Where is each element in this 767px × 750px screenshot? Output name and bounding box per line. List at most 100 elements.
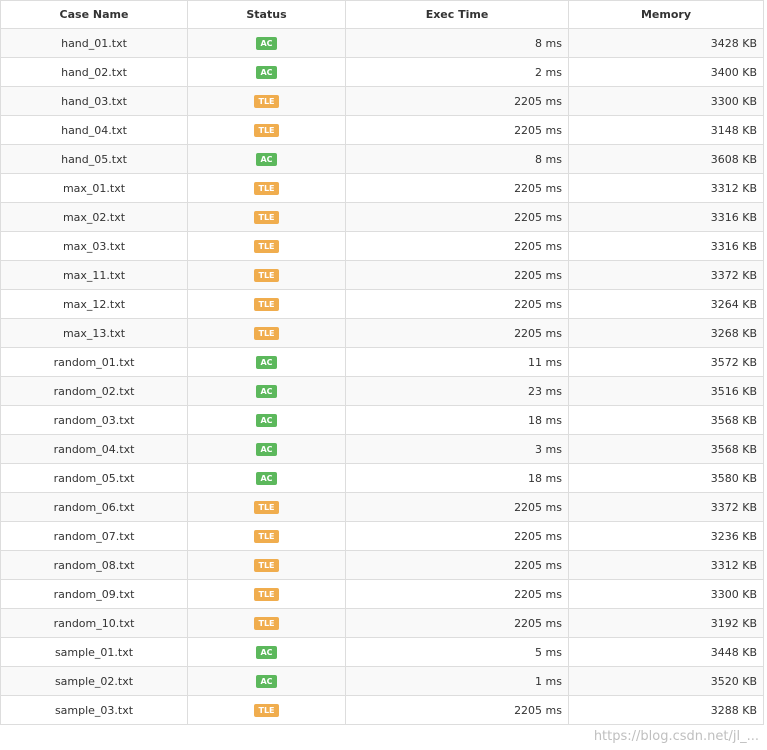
memory-cell: 3372 KB xyxy=(568,492,764,522)
case-name-cell: random_10.txt xyxy=(0,608,188,638)
case-name-cell: random_03.txt xyxy=(0,405,188,435)
case-name-cell: hand_05.txt xyxy=(0,144,188,174)
table-row: hand_03.txt TLE 2205 ms 3300 KB xyxy=(0,86,764,116)
status-badge: TLE xyxy=(254,529,279,543)
case-name-cell: max_03.txt xyxy=(0,231,188,261)
status-badge: AC xyxy=(256,152,277,166)
exec-time-cell: 2205 ms xyxy=(345,289,569,319)
case-name-cell: random_02.txt xyxy=(0,376,188,406)
status-cell: TLE xyxy=(187,173,346,203)
table-row: random_01.txt AC 11 ms 3572 KB xyxy=(0,347,764,377)
status-badge: TLE xyxy=(254,326,279,340)
exec-time-cell: 2205 ms xyxy=(345,579,569,609)
status-badge: AC xyxy=(256,674,277,688)
case-name-cell: hand_02.txt xyxy=(0,57,188,87)
exec-time-cell: 2205 ms xyxy=(345,608,569,638)
case-name-cell: max_01.txt xyxy=(0,173,188,203)
table-row: random_04.txt AC 3 ms 3568 KB xyxy=(0,434,764,464)
header-row: Case Name Status Exec Time Memory xyxy=(0,0,764,29)
case-name-cell: sample_02.txt xyxy=(0,666,188,696)
memory-cell: 3316 KB xyxy=(568,231,764,261)
table-row: sample_01.txt AC 5 ms 3448 KB xyxy=(0,637,764,667)
status-badge: TLE xyxy=(254,181,279,195)
status-cell: AC xyxy=(187,405,346,435)
status-cell: AC xyxy=(187,28,346,58)
status-badge: TLE xyxy=(254,587,279,601)
status-cell: TLE xyxy=(187,260,346,290)
memory-cell: 3288 KB xyxy=(568,695,764,725)
status-cell: TLE xyxy=(187,521,346,551)
status-cell: TLE xyxy=(187,492,346,522)
case-name-cell: hand_04.txt xyxy=(0,115,188,145)
table-row: sample_03.txt TLE 2205 ms 3288 KB xyxy=(0,695,764,725)
table-row: max_01.txt TLE 2205 ms 3312 KB xyxy=(0,173,764,203)
status-badge: TLE xyxy=(254,268,279,282)
status-badge: TLE xyxy=(254,94,279,108)
exec-time-cell: 2205 ms xyxy=(345,318,569,348)
table-row: hand_05.txt AC 8 ms 3608 KB xyxy=(0,144,764,174)
memory-cell: 3568 KB xyxy=(568,405,764,435)
results-table: Case Name Status Exec Time Memory hand_0… xyxy=(0,0,764,725)
case-name-cell: random_01.txt xyxy=(0,347,188,377)
exec-time-cell: 2205 ms xyxy=(345,260,569,290)
status-cell: AC xyxy=(187,434,346,464)
memory-cell: 3316 KB xyxy=(568,202,764,232)
memory-cell: 3372 KB xyxy=(568,260,764,290)
exec-time-cell: 18 ms xyxy=(345,405,569,435)
memory-cell: 3300 KB xyxy=(568,86,764,116)
status-cell: AC xyxy=(187,666,346,696)
results-table-header: Case Name Status Exec Time Memory xyxy=(0,0,764,29)
exec-time-cell: 2205 ms xyxy=(345,492,569,522)
case-name-cell: sample_03.txt xyxy=(0,695,188,725)
exec-time-cell: 23 ms xyxy=(345,376,569,406)
table-row: random_02.txt AC 23 ms 3516 KB xyxy=(0,376,764,406)
exec-time-cell: 1 ms xyxy=(345,666,569,696)
status-cell: TLE xyxy=(187,231,346,261)
table-row: max_02.txt TLE 2205 ms 3316 KB xyxy=(0,202,764,232)
case-name-cell: random_08.txt xyxy=(0,550,188,580)
table-row: hand_01.txt AC 8 ms 3428 KB xyxy=(0,28,764,58)
memory-cell: 3236 KB xyxy=(568,521,764,551)
status-cell: TLE xyxy=(187,318,346,348)
results-table-body: hand_01.txt AC 8 ms 3428 KB hand_02.txt AC 2 m… xyxy=(0,28,764,725)
memory-cell: 3264 KB xyxy=(568,289,764,319)
table-row: max_12.txt TLE 2205 ms 3264 KB xyxy=(0,289,764,319)
status-badge: AC xyxy=(256,645,277,659)
exec-time-cell: 2205 ms xyxy=(345,695,569,725)
column-header-exec-time[interactable]: Exec Time xyxy=(345,0,569,29)
status-badge: TLE xyxy=(254,558,279,572)
column-header-memory[interactable]: Memory xyxy=(568,0,764,29)
status-cell: TLE xyxy=(187,86,346,116)
memory-cell: 3608 KB xyxy=(568,144,764,174)
table-row: sample_02.txt AC 1 ms 3520 KB xyxy=(0,666,764,696)
status-badge: TLE xyxy=(254,297,279,311)
exec-time-cell: 2205 ms xyxy=(345,86,569,116)
table-row: random_03.txt AC 18 ms 3568 KB xyxy=(0,405,764,435)
table-row: random_10.txt TLE 2205 ms 3192 KB xyxy=(0,608,764,638)
table-row: hand_04.txt TLE 2205 ms 3148 KB xyxy=(0,115,764,145)
status-cell: TLE xyxy=(187,579,346,609)
status-cell: TLE xyxy=(187,115,346,145)
memory-cell: 3572 KB xyxy=(568,347,764,377)
table-row: random_09.txt TLE 2205 ms 3300 KB xyxy=(0,579,764,609)
status-badge: TLE xyxy=(254,210,279,224)
table-row: hand_02.txt AC 2 ms 3400 KB xyxy=(0,57,764,87)
memory-cell: 3400 KB xyxy=(568,57,764,87)
memory-cell: 3192 KB xyxy=(568,608,764,638)
status-cell: AC xyxy=(187,463,346,493)
column-header-status[interactable]: Status xyxy=(187,0,346,29)
status-cell: TLE xyxy=(187,289,346,319)
memory-cell: 3312 KB xyxy=(568,173,764,203)
status-cell: AC xyxy=(187,347,346,377)
memory-cell: 3268 KB xyxy=(568,318,764,348)
table-row: random_08.txt TLE 2205 ms 3312 KB xyxy=(0,550,764,580)
memory-cell: 3568 KB xyxy=(568,434,764,464)
table-row: random_06.txt TLE 2205 ms 3372 KB xyxy=(0,492,764,522)
column-header-case-name[interactable]: Case Name xyxy=(0,0,188,29)
status-badge: AC xyxy=(256,413,277,427)
case-name-cell: random_05.txt xyxy=(0,463,188,493)
case-name-cell: max_13.txt xyxy=(0,318,188,348)
exec-time-cell: 3 ms xyxy=(345,434,569,464)
case-name-cell: max_11.txt xyxy=(0,260,188,290)
status-badge: AC xyxy=(256,65,277,79)
